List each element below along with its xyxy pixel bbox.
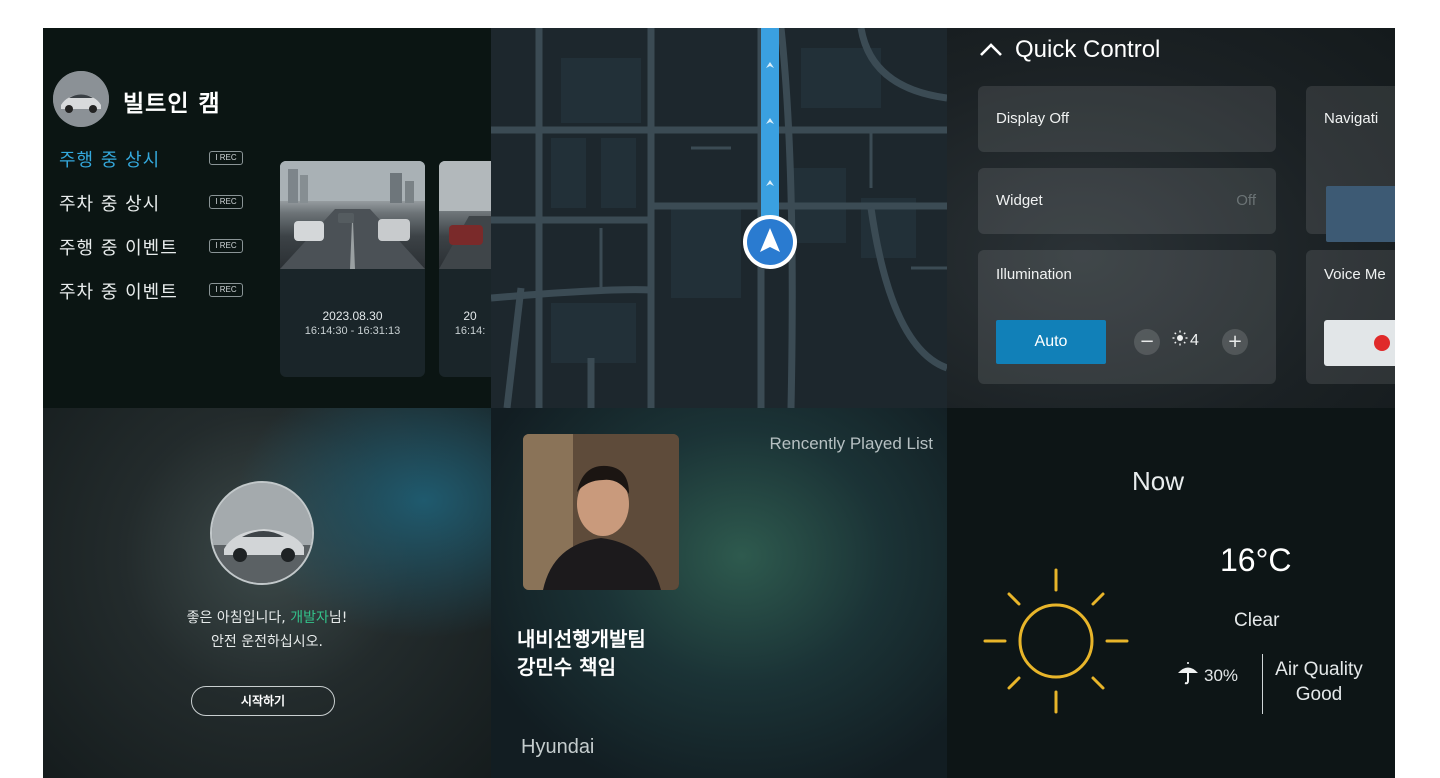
temperature: 16°C	[1220, 542, 1292, 578]
illumination-label: Illumination	[996, 266, 1072, 283]
video-clip-card[interactable]: 2023.08.30 16:14:30 - 16:31:13	[280, 161, 425, 377]
widget-toggle[interactable]: Widget Off	[978, 168, 1276, 234]
song-title-line2: 강민수 책임	[517, 655, 616, 679]
recently-played-link[interactable]: Rencently Played List	[770, 434, 933, 454]
album-cover[interactable]	[523, 434, 679, 590]
record-button[interactable]	[1324, 320, 1395, 366]
rec-badge: I REC	[209, 151, 243, 165]
quick-control-panel: Quick Control Display Off Widget Off Ill…	[947, 28, 1395, 408]
rain-chance-value: 30%	[1204, 665, 1239, 685]
rec-badge: I REC	[209, 283, 243, 297]
car-portrait	[210, 481, 314, 585]
mode-parking-continuous[interactable]: 주차 중 상시	[59, 190, 160, 216]
weather-divider	[1262, 654, 1263, 714]
clip-date: 2023.08.30	[322, 309, 383, 323]
artist-name: Hyundai	[521, 736, 595, 758]
song-title-line1: 내비선행개발팀	[517, 627, 646, 651]
widget-label: Widget	[996, 192, 1043, 209]
quick-control-title: Quick Control	[1015, 36, 1161, 63]
mode-driving-event[interactable]: 주행 중 이벤트	[59, 234, 178, 260]
rec-badge: I REC	[209, 195, 243, 209]
clip-time: 16:14:	[454, 325, 486, 337]
sun-icon	[983, 568, 1129, 714]
voice-memo-card[interactable]: Voice Me	[1306, 250, 1395, 384]
chevron-up-icon	[979, 36, 1003, 64]
video-clip-card[interactable]: 20 16:14:	[439, 161, 491, 377]
display-off-label: Display Off	[996, 110, 1070, 127]
greeting-line2: 안전 운전하십시오.	[211, 634, 323, 650]
navigation-preview	[1326, 186, 1395, 242]
navigation-card[interactable]: Navigati	[1306, 86, 1395, 242]
music-panel[interactable]: Rencently Played List 내비선행개발팀 강민수 책임 Hyu…	[491, 408, 947, 778]
start-button[interactable]: 시작하기	[191, 686, 335, 716]
user-name: 개발자	[290, 610, 329, 626]
voice-memo-label: Voice Me	[1324, 266, 1386, 283]
cam-title: 빌트인 캠	[123, 91, 221, 117]
car-avatar	[53, 71, 109, 127]
mode-driving-continuous[interactable]: 주행 중 상시	[59, 146, 160, 172]
minus-button[interactable]: −	[1134, 329, 1160, 355]
air-quality-label: Air Quality	[1275, 659, 1363, 680]
weather-now-label: Now	[1132, 466, 1185, 496]
record-icon	[1374, 335, 1390, 351]
navigation-label: Navigati	[1324, 110, 1379, 127]
brightness-level: 4	[1190, 331, 1199, 349]
clip-time: 16:14:30 - 16:31:13	[304, 325, 401, 337]
weather-panel: Now 16°C Clear 30% Air Quality Good	[947, 408, 1395, 778]
illumination-card: Illumination Auto − 4 +	[978, 250, 1276, 384]
map-panel[interactable]	[491, 28, 947, 408]
mode-parking-event[interactable]: 주차 중 이벤트	[59, 278, 178, 304]
air-quality: Air Quality Good	[1269, 657, 1369, 707]
clip-thumbnail	[439, 161, 491, 269]
umbrella-icon	[1176, 661, 1200, 690]
navigation-arrow-icon	[743, 215, 797, 269]
weather-condition: Clear	[1234, 610, 1280, 631]
map-canvas	[491, 28, 947, 408]
plus-button[interactable]: +	[1222, 329, 1248, 355]
rec-badge: I REC	[209, 239, 243, 253]
dashboard: 빌트인 캠 주행 중 상시 I REC 주차 중 상시 I REC 주행 중 이…	[43, 28, 1395, 778]
greeting-panel: 좋은 아침입니다, 개발자님! 안전 운전하십시오. 시작하기	[43, 408, 491, 778]
clip-date: 20	[463, 309, 477, 323]
clip-thumbnail	[280, 161, 425, 269]
rain-chance: 30%	[1176, 661, 1238, 690]
widget-value: Off	[1236, 192, 1256, 209]
greeting-line1: 좋은 아침입니다, 개발자님!	[186, 610, 348, 626]
quick-control-header[interactable]: Quick Control	[979, 36, 1160, 64]
display-off-button[interactable]: Display Off	[978, 86, 1276, 152]
air-quality-value: Good	[1295, 684, 1343, 705]
brightness-icon	[1172, 330, 1188, 351]
builtin-cam-panel: 빌트인 캠 주행 중 상시 I REC 주차 중 상시 I REC 주행 중 이…	[43, 28, 491, 408]
auto-button[interactable]: Auto	[996, 320, 1106, 364]
